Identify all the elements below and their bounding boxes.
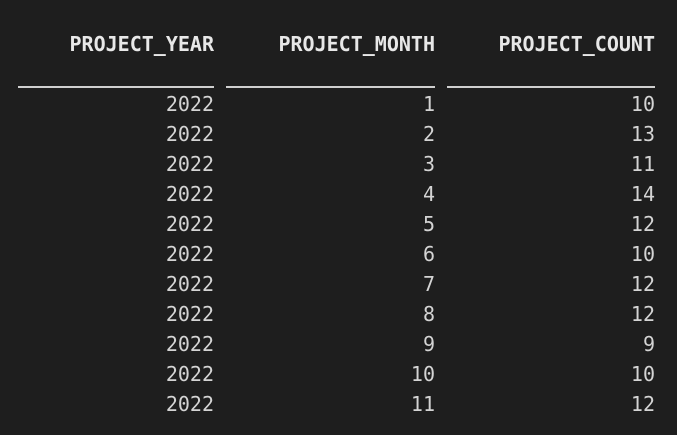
table-row: 2022 2 13 xyxy=(0,119,677,149)
column-header-project-year: PROJECT_YEAR xyxy=(69,32,215,56)
cell-project-count: 9 xyxy=(642,332,655,356)
cell-project-month: 4 xyxy=(422,182,435,206)
cell-project-count: 12 xyxy=(630,272,655,296)
cell-project-year: 2022 xyxy=(165,92,214,116)
cell-project-year: 2022 xyxy=(165,392,214,416)
cell-project-year: 2022 xyxy=(165,152,214,176)
cell-project-year: 2022 xyxy=(165,332,214,356)
cell-project-month: 2 xyxy=(422,122,435,146)
column-separator xyxy=(447,86,655,88)
column-header-project-count: PROJECT_COUNT xyxy=(498,32,655,56)
cell-project-month: 8 xyxy=(422,302,435,326)
cell-project-count: 10 xyxy=(630,242,655,266)
table-row: 2022 8 12 xyxy=(0,299,677,329)
table-row: 2022 6 10 xyxy=(0,239,677,269)
cell-project-month: 10 xyxy=(410,362,435,386)
cell-project-count: 10 xyxy=(630,92,655,116)
column-header-project-month: PROJECT_MONTH xyxy=(278,32,435,56)
cell-project-year: 2022 xyxy=(165,362,214,386)
cell-project-month: 6 xyxy=(422,242,435,266)
cell-project-count: 12 xyxy=(630,392,655,416)
cell-project-year: 2022 xyxy=(165,302,214,326)
cell-project-month: 11 xyxy=(410,392,435,416)
column-separator xyxy=(18,86,214,88)
cell-project-month: 3 xyxy=(422,152,435,176)
cell-project-month: 9 xyxy=(422,332,435,356)
cell-project-month: 5 xyxy=(422,212,435,236)
cell-project-count: 13 xyxy=(630,122,655,146)
cell-project-year: 2022 xyxy=(165,182,214,206)
table-row: 2022 5 12 xyxy=(0,209,677,239)
cell-project-year: 2022 xyxy=(165,242,214,266)
table-row: 2022 7 12 xyxy=(0,269,677,299)
cell-project-year: 2022 xyxy=(165,122,214,146)
table-row: 2022 4 14 xyxy=(0,179,677,209)
query-result-output: PROJECT_YEAR PROJECT_MONTH PROJECT_COUNT… xyxy=(0,0,677,435)
cell-project-count: 14 xyxy=(630,182,655,206)
table-row: 2022 11 12 xyxy=(0,389,677,419)
table-header: PROJECT_YEAR PROJECT_MONTH PROJECT_COUNT xyxy=(0,29,677,59)
cell-project-count: 10 xyxy=(630,362,655,386)
cell-project-year: 2022 xyxy=(165,212,214,236)
table-row: 2022 1 10 xyxy=(0,89,677,119)
cell-project-month: 1 xyxy=(422,92,435,116)
cell-project-count: 12 xyxy=(630,212,655,236)
table-row: 2022 9 9 xyxy=(0,329,677,359)
cell-project-month: 7 xyxy=(422,272,435,296)
table-row: 2022 3 11 xyxy=(0,149,677,179)
cell-project-year: 2022 xyxy=(165,272,214,296)
cell-project-count: 12 xyxy=(630,302,655,326)
cell-project-count: 11 xyxy=(630,152,655,176)
table-row: 2022 10 10 xyxy=(0,359,677,389)
column-separator xyxy=(226,86,435,88)
